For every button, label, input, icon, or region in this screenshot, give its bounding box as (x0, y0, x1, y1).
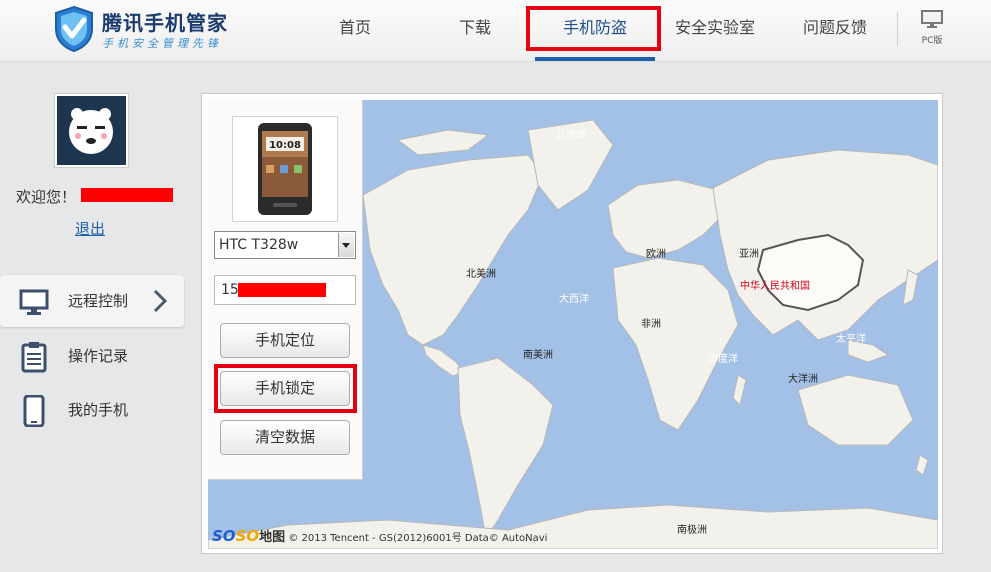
sidebar-item-label: 操作记录 (68, 347, 129, 365)
phone-number-prefix: 15 (221, 282, 239, 298)
nav-feedback[interactable]: 问题反馈 (795, 0, 875, 56)
map-label-oceania: 大洋洲 (788, 374, 818, 385)
lock-button-highlight-box (214, 364, 357, 413)
sidebar-item-my-phone[interactable]: 我的手机 (0, 384, 184, 436)
map-label-indian: 印度洋 (708, 354, 738, 365)
soso-logo-part1: SO (212, 527, 236, 545)
main-panel: 北冰洋 欧洲 亚洲 北美洲 中华人民共和国 大西洋 非洲 太平洋 南美洲 印度洋… (201, 93, 943, 554)
monitor-icon (921, 10, 943, 28)
nav-highlight-box (526, 6, 661, 51)
map-label-pacific: 太平洋 (836, 334, 866, 345)
map-label-europe: 欧洲 (646, 249, 666, 260)
brand-subtitle: 手机安全管理先锋 (102, 37, 222, 50)
device-model-value: HTC T328w (219, 237, 299, 253)
map-credit-text: © 2013 Tencent - GS(2012)6001号 Data© Aut… (288, 533, 548, 544)
pc-version-button[interactable]: PC版 (912, 10, 952, 50)
device-control-panel: 10:08 HTC T328w 15 手机定位 手机锁定 清空数据 (208, 100, 363, 480)
map-label-atlantic: 大西洋 (559, 294, 589, 305)
map-label-china: 中华人民共和国 (740, 281, 810, 292)
locate-phone-button[interactable]: 手机定位 (220, 323, 350, 358)
chevron-down-icon (342, 243, 350, 248)
sidebar-item-label: 远程控制 (68, 292, 129, 310)
nav-divider (897, 12, 898, 46)
map-label-north-america: 北美洲 (466, 269, 496, 280)
soso-logo-map: 地图 (259, 530, 286, 545)
avatar (54, 93, 129, 168)
wipe-data-button[interactable]: 清空数据 (220, 420, 350, 455)
nav-download[interactable]: 下载 (445, 0, 505, 56)
pc-version-label: PC版 (921, 36, 943, 46)
device-image: 10:08 (232, 116, 338, 222)
clipboard-icon (21, 342, 47, 373)
shield-logo-icon (55, 5, 93, 53)
sidebar-item-remote-control[interactable]: 远程控制 (0, 275, 184, 327)
logout-link[interactable]: 退出 (75, 218, 105, 239)
map-label-antarctica: 南极洲 (677, 525, 707, 536)
nav-security-lab[interactable]: 安全实验室 (665, 0, 765, 56)
redacted-phone-number (238, 283, 326, 297)
map-label-asia: 亚洲 (739, 249, 759, 260)
map-credit: SOSO地图 © 2013 Tencent - GS(2012)6001号 Da… (212, 526, 547, 545)
brand-title: 腾讯手机管家 (102, 11, 228, 35)
chevron-right-icon (153, 289, 168, 313)
brand-logo[interactable]: 腾讯手机管家 手机安全管理先锋 (52, 5, 262, 55)
phone-clock-text: 10:08 (269, 140, 301, 151)
monitor-icon (19, 289, 49, 315)
welcome-text: 欢迎您！ (16, 188, 77, 206)
soso-logo-part2: SO (235, 527, 260, 545)
nav-active-indicator (535, 57, 655, 61)
sidebar-item-operation-log[interactable]: 操作记录 (0, 330, 184, 382)
sidebar-item-label: 我的手机 (68, 401, 129, 419)
phone-device-icon: 10:08 (258, 123, 312, 215)
avatar-face-icon (69, 108, 113, 154)
map-label-arctic: 北冰洋 (556, 130, 586, 141)
dropdown-arrow[interactable] (338, 233, 354, 257)
redacted-username (81, 188, 173, 202)
map-label-south-america: 南美洲 (523, 350, 553, 361)
map-label-africa: 非洲 (641, 319, 661, 330)
top-header: 腾讯手机管家 手机安全管理先锋 首页 下载 手机防盗 安全实验室 问题反馈 PC… (0, 0, 991, 62)
nav-home[interactable]: 首页 (325, 0, 385, 56)
device-model-select[interactable]: HTC T328w (214, 231, 356, 259)
phone-icon (23, 395, 45, 427)
